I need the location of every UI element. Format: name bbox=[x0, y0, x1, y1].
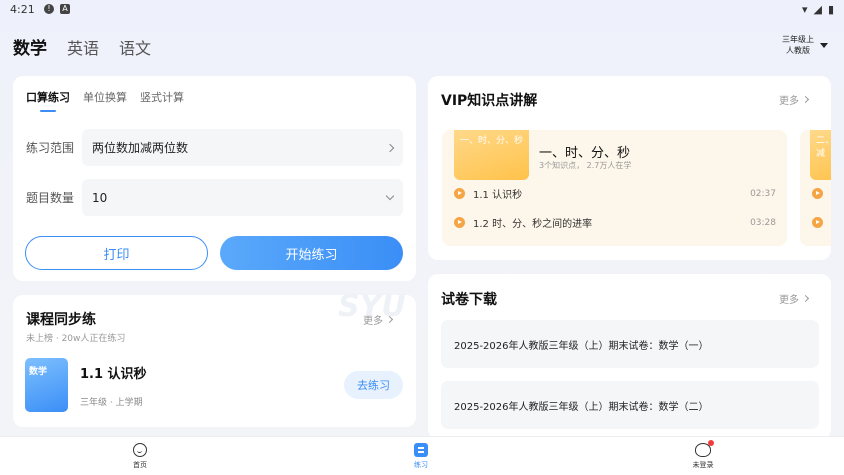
cover-label: 数学 bbox=[29, 367, 48, 377]
chevron-right-icon bbox=[385, 315, 394, 324]
range-label: 练习范围 bbox=[26, 141, 75, 155]
status-bar: 4:21 ! A ▾ ◢ ▮ bbox=[0, 0, 844, 20]
grade-selector[interactable]: 三年级上 人教版 bbox=[782, 34, 828, 56]
status-time: 4:21 bbox=[10, 3, 35, 16]
vip-knowledge-card: VIP知识点讲解 更多 一、时、分、秒 一、时、分、秒 3个知识点， 2.7万人… bbox=[428, 76, 831, 260]
count-value: 10 bbox=[92, 190, 108, 205]
paper-item[interactable]: 2025-2026年人教版三年级（上）期末试卷：数学（二） bbox=[441, 381, 819, 429]
caret-down-icon bbox=[820, 42, 828, 48]
video-duration: 03:28 bbox=[750, 217, 776, 228]
count-row: 题目数量 10 bbox=[26, 179, 403, 216]
topic-thumbnail: 一、时、分、秒 bbox=[454, 130, 529, 180]
course-more-link[interactable]: 更多 bbox=[363, 312, 394, 327]
nav-practice[interactable]: 练习 bbox=[391, 443, 451, 470]
more-label: 更多 bbox=[363, 316, 383, 327]
course-title: 课程同步练 bbox=[26, 312, 96, 328]
course-subtitle: 未上榜 · 20w人正在练习 bbox=[26, 334, 126, 344]
subject-tabs: 数学 英语 语文 bbox=[13, 34, 151, 59]
profile-icon bbox=[695, 440, 714, 457]
signal-icon: ◢ bbox=[813, 3, 822, 16]
video-title-wrap: 1.2 时、分、秒之间的进率 bbox=[454, 215, 592, 230]
paper-item[interactable]: 2025-2026年人教版三年级（上）期末试卷：数学（一） bbox=[441, 320, 819, 368]
chevron-right-icon bbox=[801, 294, 810, 303]
practice-tabs: 口算练习 单位换算 竖式计算 bbox=[26, 89, 184, 112]
textbook-edition: 人教版 bbox=[786, 46, 810, 55]
lesson-meta: 三年级 · 上学期 bbox=[80, 398, 143, 408]
nav-profile-label: 未登录 bbox=[692, 461, 714, 469]
grade-text: 三年级上 人教版 bbox=[782, 34, 814, 56]
chevron-right-icon bbox=[385, 143, 395, 152]
tab-math[interactable]: 数学 bbox=[13, 34, 47, 59]
nav-practice-label: 练习 bbox=[414, 461, 428, 469]
vip-title: VIP知识点讲解 bbox=[441, 93, 538, 109]
alert-icon: ! bbox=[44, 4, 54, 14]
nav-home[interactable]: 首页 bbox=[110, 443, 170, 470]
topic-thumbnail: 二、加减 bbox=[810, 130, 831, 180]
tab-chinese[interactable]: 语文 bbox=[119, 35, 151, 59]
play-icon bbox=[812, 188, 823, 199]
bottom-nav: 首页 练习 未登录 bbox=[0, 436, 844, 475]
papers-title: 试卷下载 bbox=[441, 292, 497, 308]
range-value: 两位数加减两位数 bbox=[92, 141, 189, 155]
nav-home-label: 首页 bbox=[133, 461, 147, 469]
lesson-cover-image[interactable]: 数学 bbox=[25, 358, 68, 412]
topic-card[interactable]: 一、时、分、秒 一、时、分、秒 3个知识点， 2.7万人在学 1.1 认识秒 0… bbox=[442, 130, 787, 246]
chevron-down-icon bbox=[385, 191, 395, 201]
tab-mental-arithmetic[interactable]: 口算练习 bbox=[26, 89, 70, 112]
print-button[interactable]: 打印 bbox=[25, 236, 208, 270]
play-icon bbox=[454, 217, 465, 228]
play-icon bbox=[812, 217, 823, 228]
tab-vertical-calculation[interactable]: 竖式计算 bbox=[140, 89, 184, 105]
chevron-right-icon bbox=[801, 95, 810, 104]
more-label: 更多 bbox=[779, 96, 799, 107]
topic-title: 一、时、分、秒 bbox=[539, 146, 631, 161]
start-practice-button[interactable]: 开始练习 bbox=[220, 236, 403, 270]
nav-profile[interactable]: 未登录 bbox=[673, 440, 733, 470]
battery-icon: ▮ bbox=[827, 3, 834, 16]
count-select[interactable]: 10 bbox=[82, 179, 403, 216]
home-icon bbox=[133, 443, 147, 457]
grade-level: 三年级上 bbox=[782, 35, 814, 44]
play-icon bbox=[454, 188, 465, 199]
go-practice-button[interactable]: 去练习 bbox=[344, 371, 403, 399]
tab-unit-conversion[interactable]: 单位换算 bbox=[83, 89, 127, 105]
video-title: 1.1 认识秒 bbox=[473, 190, 523, 201]
wifi-icon: ▾ bbox=[801, 3, 808, 16]
topic-meta: 3个知识点， 2.7万人在学 bbox=[539, 161, 632, 170]
video-duration: 02:37 bbox=[750, 188, 776, 199]
notification-dot bbox=[708, 440, 714, 446]
video-row[interactable]: 1.2 时、分、秒之间的进率 03:28 bbox=[454, 215, 776, 230]
practice-icon bbox=[414, 443, 428, 457]
more-label: 更多 bbox=[779, 295, 799, 306]
notification-a-icon: A bbox=[60, 4, 70, 14]
course-sync-card: SYU 课程同步练 未上榜 · 20w人正在练习 更多 数学 1.1 认识秒 三… bbox=[13, 289, 416, 427]
practice-card: 口算练习 单位换算 竖式计算 练习范围 两位数加减两位数 题目数量 10 打印 … bbox=[13, 76, 416, 281]
lesson-title[interactable]: 1.1 认识秒 bbox=[80, 363, 147, 382]
range-row: 练习范围 两位数加减两位数 bbox=[26, 129, 403, 166]
papers-more-link[interactable]: 更多 bbox=[779, 291, 810, 306]
vip-more-link[interactable]: 更多 bbox=[779, 92, 810, 107]
paper-download-card: 试卷下载 更多 2025-2026年人教版三年级（上）期末试卷：数学（一） 20… bbox=[428, 274, 831, 439]
range-selector[interactable]: 两位数加减两位数 bbox=[82, 129, 403, 166]
video-row[interactable]: 1.1 认识秒 02:37 bbox=[454, 186, 776, 201]
tab-english[interactable]: 英语 bbox=[67, 35, 99, 59]
count-label: 题目数量 bbox=[26, 191, 75, 205]
video-title-wrap: 1.1 认识秒 bbox=[454, 186, 522, 201]
video-title: 1.2 时、分、秒之间的进率 bbox=[473, 219, 593, 230]
topic-card-next[interactable]: 二、加减 bbox=[800, 130, 831, 246]
